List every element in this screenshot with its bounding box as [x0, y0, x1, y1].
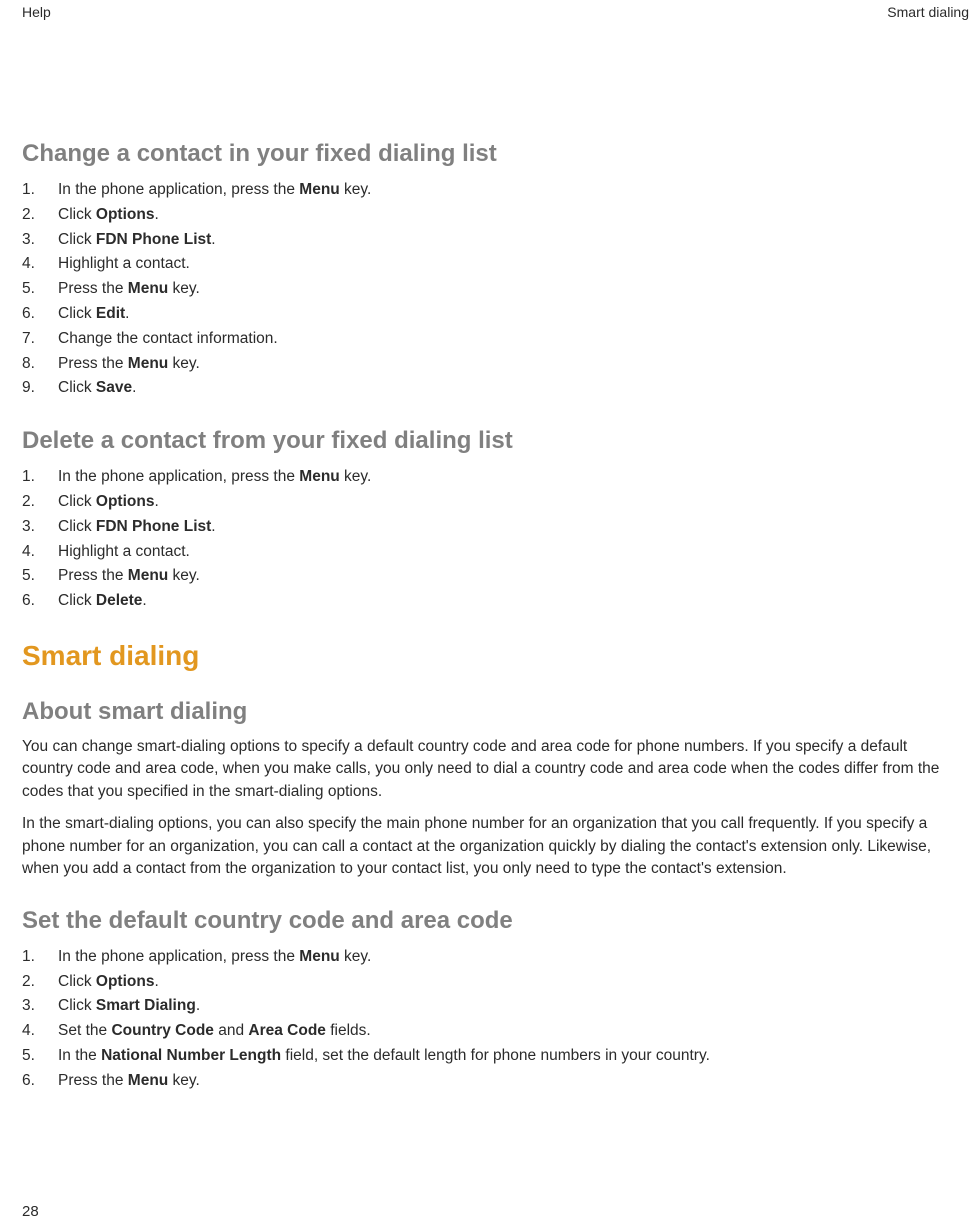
section-set-default-codes-list: In the phone application, press the Menu… — [22, 945, 953, 1094]
list-item: In the phone application, press the Menu… — [22, 178, 953, 203]
list-item: Press the Menu key. — [22, 1069, 953, 1094]
section-change-contact-list: In the phone application, press the Menu… — [22, 178, 953, 401]
list-item: In the phone application, press the Menu… — [22, 945, 953, 970]
list-item: Press the Menu key. — [22, 277, 953, 302]
about-smart-dialing-para2: In the smart-dialing options, you can al… — [22, 813, 953, 880]
list-item: Press the Menu key. — [22, 352, 953, 377]
list-item: Click Save. — [22, 376, 953, 401]
list-item: Click FDN Phone List. — [22, 515, 953, 540]
section-smart-dialing-title: Smart dialing — [22, 640, 953, 672]
list-item: Click FDN Phone List. — [22, 228, 953, 253]
list-item: Click Options. — [22, 490, 953, 515]
list-item: Change the contact information. — [22, 327, 953, 352]
list-item: Highlight a contact. — [22, 540, 953, 565]
page-header: Help Smart dialing — [0, 0, 975, 20]
header-right: Smart dialing — [887, 4, 969, 20]
about-smart-dialing-para1: You can change smart-dialing options to … — [22, 736, 953, 803]
list-item: In the phone application, press the Menu… — [22, 465, 953, 490]
section-set-default-codes-title: Set the default country code and area co… — [22, 907, 953, 935]
list-item: Click Smart Dialing. — [22, 994, 953, 1019]
list-item: Highlight a contact. — [22, 252, 953, 277]
section-delete-contact-list: In the phone application, press the Menu… — [22, 465, 953, 614]
page-number: 28 — [22, 1203, 39, 1220]
section-about-smart-dialing-title: About smart dialing — [22, 698, 953, 726]
list-item: Set the Country Code and Area Code field… — [22, 1019, 953, 1044]
list-item: Click Delete. — [22, 589, 953, 614]
header-left: Help — [22, 4, 51, 20]
list-item: Press the Menu key. — [22, 564, 953, 589]
list-item: Click Edit. — [22, 302, 953, 327]
list-item: Click Options. — [22, 970, 953, 995]
section-delete-contact-title: Delete a contact from your fixed dialing… — [22, 427, 953, 455]
section-change-contact-title: Change a contact in your fixed dialing l… — [22, 140, 953, 168]
page-content: Change a contact in your fixed dialing l… — [0, 20, 975, 1094]
list-item: In the National Number Length field, set… — [22, 1044, 953, 1069]
list-item: Click Options. — [22, 203, 953, 228]
